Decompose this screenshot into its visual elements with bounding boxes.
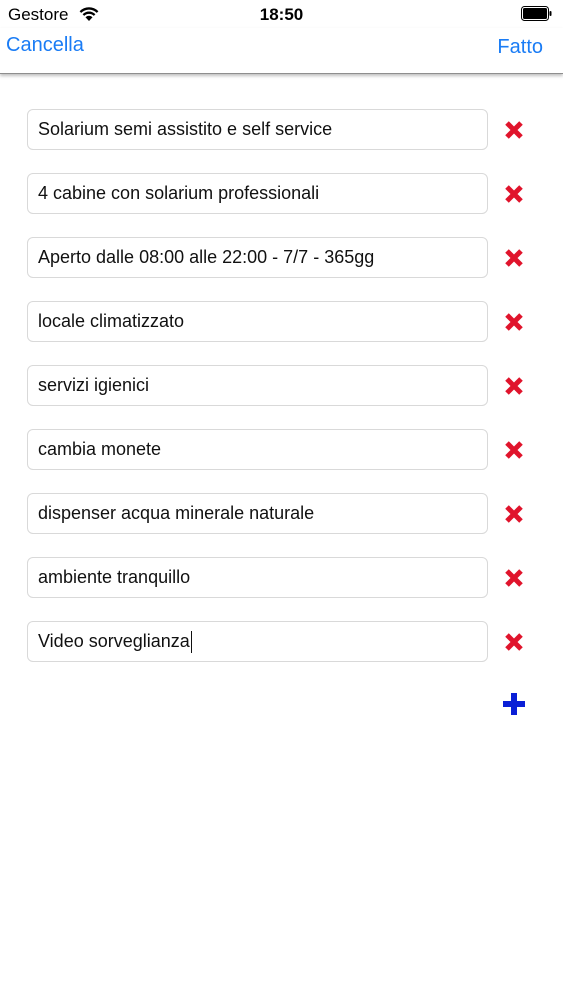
feature-text: Solarium semi assistito e self service bbox=[38, 119, 333, 139]
delete-x-icon[interactable] bbox=[503, 311, 525, 333]
list-item: ambiente tranquillo bbox=[0, 557, 563, 621]
status-bar: Gestore 18:50 bbox=[0, 0, 563, 28]
feature-text: dispenser acqua minerale naturale bbox=[38, 503, 315, 523]
delete-x-icon[interactable] bbox=[503, 631, 525, 653]
feature-text: servizi igienici bbox=[38, 375, 150, 395]
feature-text-field[interactable]: 4 cabine con solarium professionali bbox=[27, 173, 488, 214]
list-item: Solarium semi assistito e self service bbox=[0, 109, 563, 173]
list-item: 4 cabine con solarium professionali bbox=[0, 173, 563, 237]
feature-text-field[interactable]: locale climatizzato bbox=[27, 301, 488, 342]
feature-text: 4 cabine con solarium professionali bbox=[38, 183, 320, 203]
feature-text-field[interactable]: dispenser acqua minerale naturale bbox=[27, 493, 488, 534]
feature-text: cambia monete bbox=[38, 439, 162, 459]
list-item: Aperto dalle 08:00 alle 22:00 - 7/7 - 36… bbox=[0, 237, 563, 301]
feature-text: locale climatizzato bbox=[38, 311, 185, 331]
text-cursor bbox=[190, 631, 192, 654]
feature-list: Solarium semi assistito e self service 4… bbox=[0, 109, 563, 685]
plus-icon[interactable] bbox=[502, 692, 526, 716]
feature-text-field[interactable]: servizi igienici bbox=[27, 365, 488, 406]
list-item: dispenser acqua minerale naturale bbox=[0, 493, 563, 557]
list-item: locale climatizzato bbox=[0, 301, 563, 365]
delete-x-icon[interactable] bbox=[503, 119, 525, 141]
delete-x-icon[interactable] bbox=[503, 183, 525, 205]
delete-x-icon[interactable] bbox=[503, 503, 525, 525]
screen: Gestore 18:50 Cancella Fatto Solarium se… bbox=[0, 0, 563, 1000]
list-item: servizi igienici bbox=[0, 365, 563, 429]
feature-text-field[interactable]: Solarium semi assistito e self service bbox=[27, 109, 488, 150]
delete-x-icon[interactable] bbox=[503, 439, 525, 461]
feature-text: Video sorveglianza bbox=[38, 631, 190, 651]
battery-icon bbox=[521, 6, 552, 21]
feature-text-field[interactable]: ambiente tranquillo bbox=[27, 557, 488, 598]
delete-x-icon[interactable] bbox=[503, 375, 525, 397]
cancel-button[interactable]: Cancella bbox=[6, 34, 84, 57]
delete-x-icon[interactable] bbox=[503, 247, 525, 269]
feature-text: ambiente tranquillo bbox=[38, 567, 191, 587]
feature-text-field[interactable]: cambia monete bbox=[27, 429, 488, 470]
status-time: 18:50 bbox=[259, 5, 304, 24]
feature-text-field[interactable]: Aperto dalle 08:00 alle 22:00 - 7/7 - 36… bbox=[27, 237, 488, 278]
feature-text: Aperto dalle 08:00 alle 22:00 - 7/7 - 36… bbox=[38, 247, 375, 267]
navigation-bar: Cancella Fatto bbox=[0, 28, 563, 74]
done-button[interactable]: Fatto bbox=[497, 36, 543, 59]
list-item: Video sorveglianza bbox=[0, 621, 563, 685]
list-item: cambia monete bbox=[0, 429, 563, 493]
delete-x-icon[interactable] bbox=[503, 567, 525, 589]
feature-text-field-active[interactable]: Video sorveglianza bbox=[27, 621, 488, 662]
